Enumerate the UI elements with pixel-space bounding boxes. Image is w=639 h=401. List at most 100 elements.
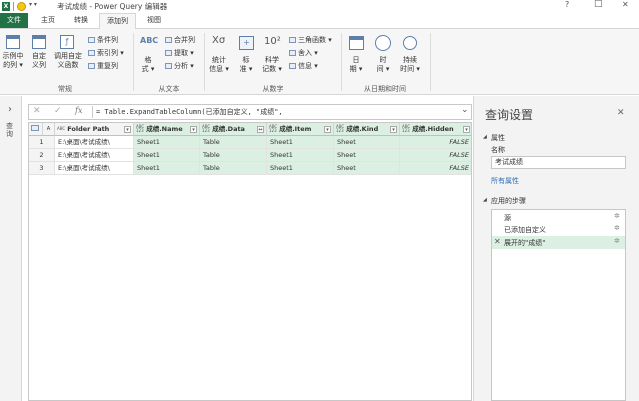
- row-number[interactable]: 2: [29, 149, 55, 162]
- query-name-input[interactable]: 考试成绩: [491, 156, 626, 169]
- time-button[interactable]: 时 间 ▾: [372, 56, 394, 74]
- date-button[interactable]: 日 期 ▾: [345, 56, 367, 74]
- expand-formula-icon[interactable]: ⌄: [461, 105, 469, 115]
- table-cell[interactable]: Sheet1: [267, 162, 334, 175]
- table-cell[interactable]: Sheet: [334, 136, 400, 149]
- column-header-item[interactable]: ABC 123 成绩.Item ▾: [267, 123, 334, 136]
- all-properties-link[interactable]: 所有属性: [491, 176, 519, 186]
- table-cell[interactable]: Sheet: [334, 149, 400, 162]
- tab-file[interactable]: 文件: [0, 13, 28, 28]
- text-type-icon[interactable]: ABC: [57, 127, 65, 131]
- example-column-button[interactable]: 示例中 的列 ▾: [1, 52, 25, 70]
- collapse-steps-icon[interactable]: ◢: [483, 197, 487, 203]
- step-item-expanded[interactable]: ✕ 展开的"成绩" ✲: [492, 236, 625, 249]
- conditional-column-button[interactable]: 条件列: [88, 35, 118, 44]
- filter-dropdown-icon[interactable]: ▾: [124, 126, 131, 133]
- duplicate-icon: [88, 62, 95, 69]
- extract-button[interactable]: 提取 ▾: [165, 48, 194, 57]
- restore-button[interactable]: □: [594, 0, 603, 9]
- table-cell[interactable]: Sheet1: [134, 149, 200, 162]
- table-cell[interactable]: Table: [200, 162, 267, 175]
- group-label-number: 从数字: [262, 85, 284, 93]
- duration-button[interactable]: 持续 时间 ▾: [396, 56, 424, 74]
- scientific-icon: 10²: [264, 36, 281, 47]
- tab-home[interactable]: 主页: [33, 13, 63, 28]
- column-header-data[interactable]: ABC 123 成绩.Data ↔: [200, 123, 267, 136]
- info-button[interactable]: 信息 ▾: [289, 61, 318, 70]
- table-icon: [6, 35, 20, 49]
- trig-button[interactable]: 三角函数 ▾: [289, 35, 332, 44]
- step-item-added-custom[interactable]: 已添加自定义 ✲: [492, 224, 625, 236]
- column-header-folder-path[interactable]: ABC Folder Path ▾: [55, 123, 134, 136]
- standard-button[interactable]: 标 准 ▾: [235, 56, 257, 74]
- step-item-source[interactable]: 源 ✲: [492, 212, 625, 224]
- expand-arrow-icon[interactable]: ›: [8, 104, 12, 115]
- filter-dropdown-icon[interactable]: ▾: [390, 126, 397, 133]
- row-number[interactable]: 3: [29, 162, 55, 175]
- smiley-icon[interactable]: [17, 2, 26, 11]
- custom-column-button[interactable]: 自定 义列: [28, 52, 50, 70]
- qat-dropdown-icon[interactable]: ▾ ▾: [29, 1, 37, 8]
- format-button[interactable]: 格 式 ▾: [138, 56, 158, 74]
- table-cell[interactable]: Sheet1: [134, 162, 200, 175]
- column-name: 成绩.Kind: [346, 125, 379, 133]
- expand-column-icon[interactable]: ↔: [257, 126, 264, 133]
- conditional-column-label: 条件列: [97, 35, 118, 44]
- formula-input[interactable]: = Table.ExpandTableColumn(已添加自定义, "成绩",: [96, 107, 283, 117]
- table-cell[interactable]: FALSE: [400, 162, 471, 175]
- invoke-function-button[interactable]: 调用自定 义函数: [53, 52, 83, 70]
- step-settings-gear-icon[interactable]: ✲: [614, 212, 620, 220]
- table-cell[interactable]: E:\桌面\考试成绩\: [55, 149, 134, 162]
- table-cell[interactable]: FALSE: [400, 136, 471, 149]
- row-number[interactable]: 1: [29, 136, 55, 149]
- step-settings-gear-icon[interactable]: ✲: [614, 237, 620, 245]
- collapse-properties-icon[interactable]: ◢: [483, 134, 487, 140]
- table-cell[interactable]: Sheet1: [134, 136, 200, 149]
- scientific-button[interactable]: 科学 记数 ▾: [260, 56, 284, 74]
- confirm-icon[interactable]: ✓: [54, 106, 62, 116]
- index-column-button[interactable]: 索引列 ▾: [88, 48, 124, 57]
- rounding-button[interactable]: 舍入 ▾: [289, 48, 318, 57]
- duplicate-column-button[interactable]: 重复列: [88, 61, 118, 70]
- any-type-icon[interactable]: ABC 123: [402, 125, 410, 133]
- tab-add-column[interactable]: 添加列: [99, 13, 136, 29]
- table-cell[interactable]: FALSE: [400, 149, 471, 162]
- close-pane-button[interactable]: ✕: [617, 108, 625, 118]
- any-type-icon[interactable]: ABC 123: [202, 125, 210, 133]
- filter-dropdown-icon[interactable]: ▾: [190, 126, 197, 133]
- stopwatch-icon: [403, 36, 417, 50]
- help-button[interactable]: ?: [565, 0, 569, 9]
- tab-view[interactable]: 视图: [139, 13, 169, 28]
- any-type-icon[interactable]: ABC 123: [269, 125, 277, 133]
- rounding-icon: [289, 49, 296, 56]
- column-header-hidden[interactable]: ABC 123 成绩.Hidden ▾: [400, 123, 471, 136]
- tab-transform[interactable]: 转换: [66, 13, 96, 28]
- queries-pane-collapsed[interactable]: › 查 询: [0, 96, 22, 401]
- column-header-kind[interactable]: ABC 123 成绩.Kind ▾: [334, 123, 400, 136]
- group-label-text: 从文本: [158, 85, 180, 93]
- merge-columns-button[interactable]: 合并列: [165, 35, 195, 44]
- filter-dropdown-icon[interactable]: ▾: [463, 126, 470, 133]
- table-cell[interactable]: Sheet1: [267, 149, 334, 162]
- table-cell[interactable]: E:\桌面\考试成绩\: [55, 162, 134, 175]
- table-cell[interactable]: Sheet1: [267, 136, 334, 149]
- grid-corner-button[interactable]: [29, 123, 43, 136]
- close-button[interactable]: ✕: [622, 0, 629, 9]
- statistics-button[interactable]: 统计 信息 ▾: [207, 56, 231, 74]
- step-settings-gear-icon[interactable]: ✲: [614, 224, 620, 232]
- cancel-icon[interactable]: ✕: [33, 106, 41, 116]
- filter-dropdown-icon[interactable]: ▾: [324, 126, 331, 133]
- table-cell[interactable]: E:\桌面\考试成绩\: [55, 136, 134, 149]
- column-name: 成绩.Data: [212, 125, 245, 133]
- any-type-icon[interactable]: ABC 123: [136, 125, 144, 133]
- table-cell[interactable]: Table: [200, 149, 267, 162]
- table-cell[interactable]: Sheet: [334, 162, 400, 175]
- parse-button[interactable]: 分析 ▾: [165, 61, 194, 70]
- table-cell[interactable]: Table: [200, 136, 267, 149]
- delete-step-icon[interactable]: ✕: [494, 237, 501, 246]
- clock-icon: [375, 35, 391, 51]
- any-type-icon[interactable]: ABC 123: [336, 125, 344, 133]
- column-header-name[interactable]: ABC 123 成绩.Name ▾: [134, 123, 200, 136]
- function-icon: ƒ: [60, 35, 74, 49]
- group-label-datetime: 从日期和时间: [364, 85, 406, 93]
